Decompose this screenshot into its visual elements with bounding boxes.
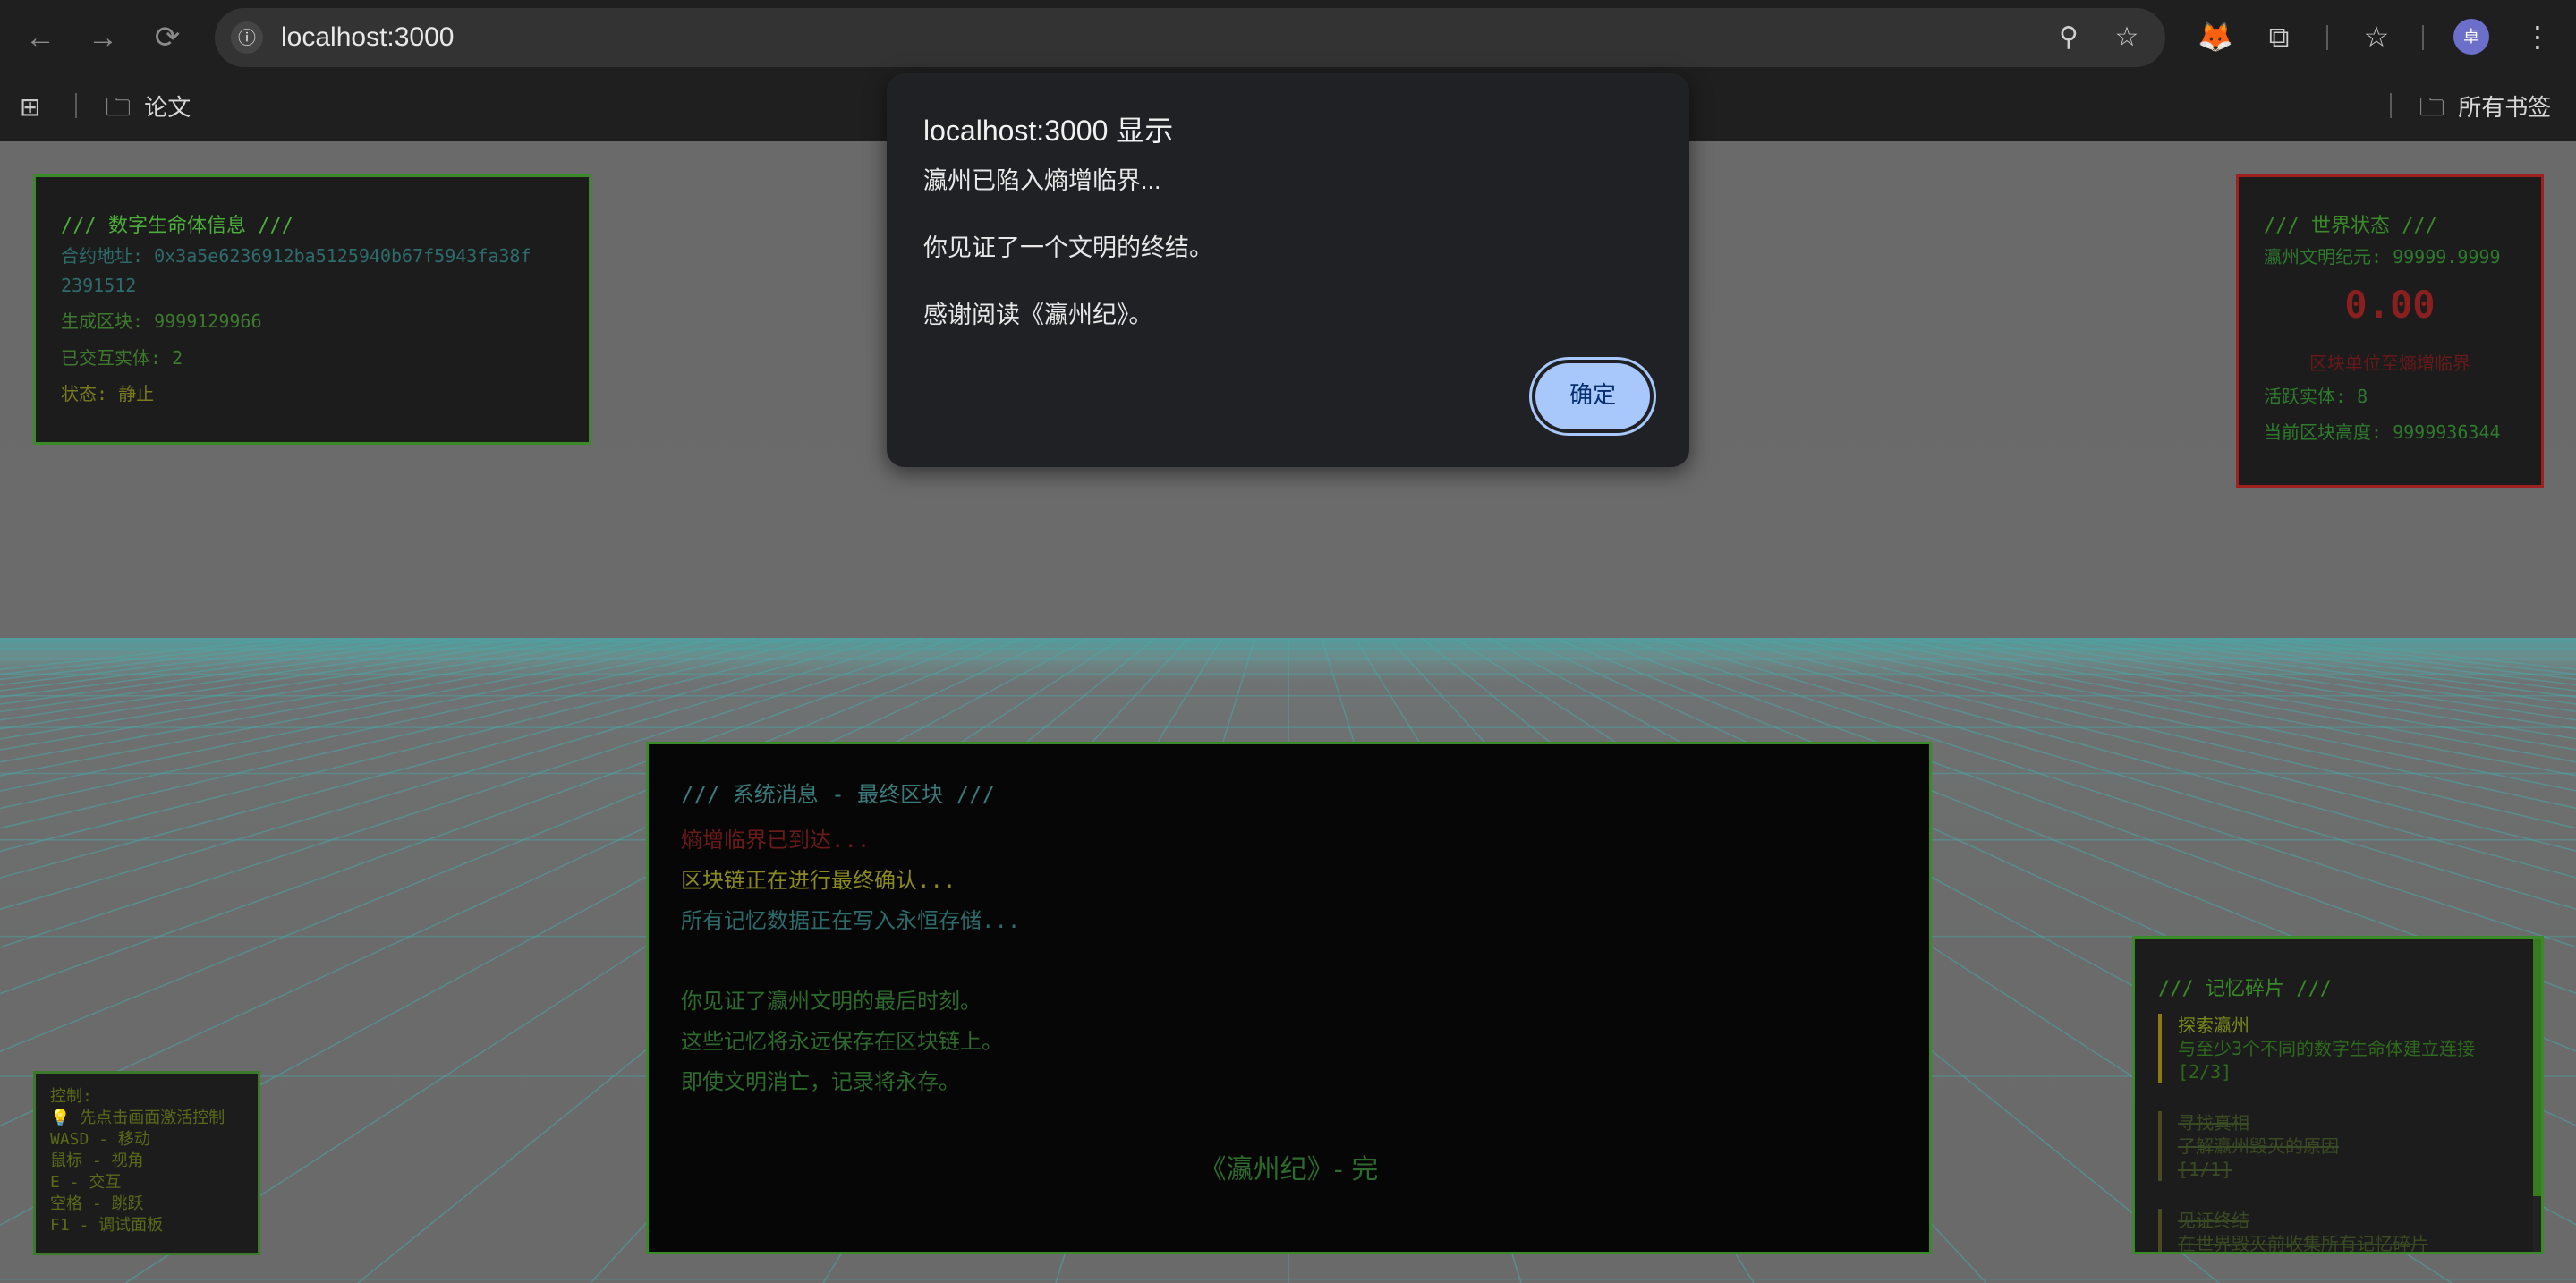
- memory-item-progress: [2/3]: [2178, 1061, 2232, 1083]
- bookmark-folder-papers[interactable]: 🗀 论文: [106, 89, 191, 125]
- ending-title: 《瀛州纪》- 完: [1199, 1154, 1379, 1185]
- profile-avatar[interactable]: 卓: [2453, 19, 2489, 55]
- system-message: 熵增临界已到达...: [681, 828, 871, 853]
- memory-item-title: 寻找真相: [2178, 1112, 2249, 1134]
- url-text[interactable]: localhost:3000: [281, 21, 454, 55]
- alert-message-line: 你见证了一个文明的终结。: [923, 234, 1213, 261]
- bookmark-star-icon[interactable]: ☆: [2110, 21, 2144, 55]
- spawn-block: 生成区块: 9999129966: [61, 310, 262, 332]
- era-label: 瀛州文明纪元: 99999.9999: [2264, 246, 2501, 268]
- interacted-entities: 已交互实体: 2: [61, 347, 183, 369]
- digital-life-info-panel: /// 数字生命体信息 /// 合约地址: 0x3a5e6236912ba512…: [33, 174, 591, 445]
- system-panel-header: /// 系统消息 - 最终区块 ///: [681, 782, 995, 807]
- toolbar-divider: [2326, 25, 2328, 50]
- world-status-panel: /// 世界状态 /// 瀛州文明纪元: 99999.9999 0.00 区块单…: [2236, 174, 2544, 488]
- system-messages-panel: /// 系统消息 - 最终区块 /// 熵增临界已到达... 区块链正在进行最终…: [646, 742, 1932, 1254]
- memory-item-completed: 见证终结 在世界毁灭前收集所有记忆碎片: [2158, 1209, 2516, 1254]
- alert-message-line: 感谢阅读《瀛州纪》。: [923, 302, 1153, 328]
- alert-title: localhost:3000 显示: [923, 115, 1174, 147]
- memory-scrollbar-thumb[interactable]: [2533, 939, 2541, 1196]
- all-bookmarks-label: 所有书签: [2458, 94, 2552, 121]
- controls-help-panel: 控制: 💡 先点击画面激活控制 WASD - 移动 鼠标 - 视角 E - 交互…: [33, 1071, 260, 1255]
- memory-item-desc: 了解瀛州毁灭的原因: [2178, 1135, 2339, 1157]
- site-info-icon[interactable]: ⓘ: [231, 21, 263, 54]
- world-panel-header: /// 世界状态 ///: [2264, 215, 2437, 237]
- toolbar-divider: [2422, 25, 2424, 50]
- alert-dialog: localhost:3000 显示 瀛州已陷入熵增临界... 你见证了一个文明的…: [887, 73, 1689, 467]
- controls-line: 💡 先点击画面激活控制: [50, 1109, 225, 1127]
- reload-icon[interactable]: ⟳: [145, 15, 190, 60]
- extensions-puzzle-icon[interactable]: ⧉: [2258, 16, 2300, 57]
- back-icon[interactable]: ←: [18, 15, 63, 60]
- contract-address-cont: 2391512: [61, 275, 137, 296]
- bookmarks-divider: [75, 93, 77, 118]
- system-message: 这些记忆将永远保存在区块链上。: [681, 1029, 1003, 1054]
- apps-grid-icon[interactable]: ⊞: [20, 89, 40, 125]
- controls-line: WASD - 移动: [50, 1130, 150, 1149]
- system-message: 即使文明消亡，记录将永存。: [681, 1069, 960, 1094]
- bookmark-folder-label: 论文: [144, 94, 191, 121]
- controls-line: F1 - 调试面板: [50, 1216, 164, 1235]
- controls-line: E - 交互: [50, 1173, 122, 1192]
- entropy-countdown-subtitle: 区块单位至熵增临界: [2309, 353, 2470, 374]
- memory-scrollbar[interactable]: [2533, 939, 2541, 1252]
- menu-icon[interactable]: ⋮: [2517, 16, 2558, 57]
- browser-toolbar: ← → ⟳ ⓘ localhost:3000 ⚲ ☆ 🦊 ⧉ ☆ 卓 ⋮: [0, 0, 2576, 75]
- block-height: 当前区块高度: 9999936344: [2264, 421, 2501, 443]
- memory-item-title: 探索瀛州: [2178, 1015, 2249, 1036]
- memory-item-progress: [1/1]: [2178, 1159, 2232, 1180]
- all-bookmarks-button[interactable]: 🗀 所有书签: [2419, 89, 2551, 125]
- system-message: 你见证了瀛州文明的最后时刻。: [681, 989, 982, 1014]
- memory-item-desc: 与至少3个不同的数字生命体建立连接: [2178, 1038, 2476, 1059]
- controls-line: 空格 - 跳跃: [50, 1194, 144, 1213]
- controls-line: 控制:: [50, 1087, 92, 1106]
- active-entities: 活跃实体: 8: [2264, 386, 2368, 407]
- zoom-icon[interactable]: ⚲: [2052, 21, 2086, 55]
- memory-item-completed: 寻找真相 了解瀛州毁灭的原因 [1/1]: [2158, 1111, 2516, 1181]
- memory-fragments-panel: /// 记忆碎片 /// 探索瀛州 与至少3个不同的数字生命体建立连接 [2/3…: [2132, 936, 2544, 1254]
- system-message: 所有记忆数据正在写入永恒存储...: [681, 908, 1021, 933]
- entropy-countdown-value: 0.00: [2344, 283, 2436, 327]
- folder-icon: 🗀: [2419, 92, 2445, 122]
- memory-item-title: 见证终结: [2178, 1210, 2249, 1231]
- folder-icon: 🗀: [106, 92, 132, 122]
- entity-status: 状态: 静止: [61, 383, 155, 404]
- memory-item-desc: 在世界毁灭前收集所有记忆碎片: [2178, 1233, 2428, 1254]
- contract-address: 合约地址: 0x3a5e6236912ba5125940b67f5943fa38…: [61, 245, 531, 267]
- bookmarks-divider: [2390, 93, 2392, 118]
- controls-line: 鼠标 - 视角: [50, 1151, 144, 1170]
- forward-icon[interactable]: →: [81, 15, 125, 60]
- alert-message-line: 瀛州已陷入熵增临界...: [923, 167, 1161, 194]
- memory-item: 探索瀛州 与至少3个不同的数字生命体建立连接 [2/3]: [2158, 1014, 2516, 1083]
- memory-panel-header: /// 记忆碎片 ///: [2158, 978, 2332, 1000]
- ok-button[interactable]: 确定: [1535, 363, 1650, 429]
- system-message: 区块链正在进行最终确认...: [681, 868, 956, 893]
- metamask-extension-icon[interactable]: 🦊: [2195, 16, 2236, 57]
- address-bar[interactable]: ⓘ localhost:3000 ⚲ ☆: [215, 8, 2165, 67]
- info-panel-header: /// 数字生命体信息 ///: [61, 215, 293, 237]
- bookmarks-star-icon[interactable]: ☆: [2356, 16, 2397, 57]
